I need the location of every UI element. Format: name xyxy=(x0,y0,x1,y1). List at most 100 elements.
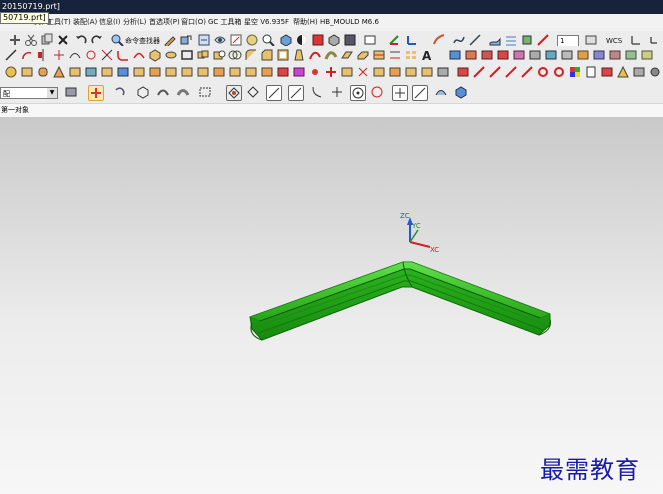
snap-midpoint-icon[interactable] xyxy=(246,85,260,99)
extrude-icon[interactable] xyxy=(148,48,162,62)
layer-settings-icon[interactable] xyxy=(363,33,377,47)
type-filter-select[interactable]: 配 ▼ xyxy=(0,87,58,99)
csys-icon[interactable] xyxy=(405,33,419,47)
menu-item-preferences[interactable]: 首选项(P) xyxy=(149,14,180,31)
tool-icon[interactable] xyxy=(632,65,646,79)
menu-item-xingkong[interactable]: 星空 V6.935F xyxy=(244,14,289,31)
slot-icon[interactable] xyxy=(132,65,146,79)
snap-curve-icon[interactable] xyxy=(310,85,324,99)
report-icon[interactable] xyxy=(584,65,598,79)
wcs-dynamics-icon[interactable] xyxy=(629,33,643,47)
sphere-icon[interactable] xyxy=(4,65,18,79)
mold-icon[interactable] xyxy=(448,48,462,62)
render-style-icon[interactable] xyxy=(295,33,309,47)
snap-existing-point-icon[interactable] xyxy=(392,85,408,101)
mold-base-icon[interactable] xyxy=(560,48,574,62)
menu-item-window[interactable]: 窗口(O) xyxy=(181,14,206,31)
mirror-icon[interactable] xyxy=(36,48,50,62)
core-icon[interactable] xyxy=(480,48,494,62)
boss-icon[interactable] xyxy=(68,65,82,79)
menu-item-hb-mould[interactable]: HB_MOULD M6.6 xyxy=(320,14,379,31)
translucency-icon[interactable] xyxy=(327,33,341,47)
delete-face-icon[interactable] xyxy=(228,65,242,79)
chamfer-icon[interactable] xyxy=(260,48,274,62)
snap-point-icon[interactable] xyxy=(88,85,104,101)
snap-view-icon[interactable] xyxy=(197,33,211,47)
settings-icon[interactable] xyxy=(648,65,662,79)
gate-icon[interactable] xyxy=(592,48,606,62)
fit-view-icon[interactable] xyxy=(245,33,259,47)
snap-quadrant-icon[interactable] xyxy=(370,85,384,99)
graphics-window[interactable]: ZC YC XC xyxy=(0,117,663,494)
intersect-icon[interactable] xyxy=(228,48,242,62)
attributes-icon[interactable] xyxy=(340,65,354,79)
split-body-icon[interactable] xyxy=(372,48,386,62)
rectangle-select-icon[interactable] xyxy=(198,85,212,99)
optimize-icon[interactable] xyxy=(436,65,450,79)
surface-icon[interactable] xyxy=(488,33,502,47)
slider-icon[interactable] xyxy=(512,48,526,62)
parting-icon[interactable] xyxy=(464,48,478,62)
point-icon[interactable] xyxy=(52,48,66,62)
ejector-icon[interactable] xyxy=(528,48,542,62)
wrap-icon[interactable] xyxy=(356,65,370,79)
snap-all-icon[interactable] xyxy=(226,85,242,101)
orient-view-icon[interactable] xyxy=(229,33,243,47)
resize-face-icon[interactable] xyxy=(260,65,274,79)
view-icon[interactable] xyxy=(213,33,227,47)
rectangle-icon[interactable] xyxy=(180,48,194,62)
thread-icon[interactable] xyxy=(196,65,210,79)
group-icon[interactable] xyxy=(456,65,470,79)
through-curves-icon[interactable] xyxy=(504,33,518,47)
cut-icon[interactable] xyxy=(24,33,38,47)
menu-item-gc-toolbox[interactable]: GC 工具箱 xyxy=(208,14,242,31)
move-object-icon[interactable] xyxy=(179,33,193,47)
layer-visible-icon[interactable] xyxy=(584,33,598,47)
zoom-icon[interactable] xyxy=(261,33,275,47)
sweep-icon[interactable] xyxy=(308,48,322,62)
draft-icon[interactable] xyxy=(292,48,306,62)
snap-line-icon[interactable] xyxy=(266,85,282,101)
snap-on-face-icon[interactable] xyxy=(434,85,448,99)
edit-object-icon[interactable] xyxy=(163,33,177,47)
select-box-icon[interactable] xyxy=(136,85,150,99)
line-tool-4-icon[interactable] xyxy=(520,65,534,79)
spline-icon[interactable] xyxy=(452,33,466,47)
snap-bounded-icon[interactable] xyxy=(454,85,468,99)
cooling-icon[interactable] xyxy=(544,48,558,62)
select-undo-icon[interactable] xyxy=(112,85,126,99)
color-icon[interactable] xyxy=(311,33,325,47)
groove-icon[interactable] xyxy=(148,65,162,79)
shaded-edges-icon[interactable] xyxy=(279,33,293,47)
move-face-icon[interactable] xyxy=(244,65,258,79)
cone-icon[interactable] xyxy=(52,65,66,79)
menu-item-assembly[interactable]: 装配(A) xyxy=(73,14,97,31)
redo-icon[interactable] xyxy=(90,33,104,47)
simplify-icon[interactable] xyxy=(404,65,418,79)
helix-icon[interactable] xyxy=(84,48,98,62)
line-tool-3-icon[interactable] xyxy=(504,65,518,79)
line-icon[interactable] xyxy=(4,48,18,62)
snap-line-2-icon[interactable] xyxy=(288,85,304,101)
pocket-icon[interactable] xyxy=(84,65,98,79)
select-face-icon[interactable] xyxy=(156,85,170,99)
background-icon[interactable] xyxy=(343,33,357,47)
copy-icon[interactable] xyxy=(40,33,54,47)
blend-icon[interactable] xyxy=(244,48,258,62)
record-icon[interactable] xyxy=(600,65,614,79)
filter-settings-icon[interactable] xyxy=(64,85,78,99)
tube-icon[interactable] xyxy=(324,48,338,62)
pad-icon[interactable] xyxy=(100,65,114,79)
bounding-icon[interactable] xyxy=(420,65,434,79)
rib-icon[interactable] xyxy=(164,65,178,79)
point-set-icon[interactable] xyxy=(308,65,322,79)
unsew-icon[interactable] xyxy=(388,65,402,79)
line-tool-2-icon[interactable] xyxy=(488,65,502,79)
menu-item-analysis[interactable]: 分析(L) xyxy=(123,14,146,31)
snap-center-icon[interactable] xyxy=(350,85,366,101)
curve-icon[interactable] xyxy=(468,33,482,47)
undo-icon[interactable] xyxy=(74,33,88,47)
text-icon[interactable]: A xyxy=(420,48,434,62)
offset-curve-icon[interactable] xyxy=(68,48,82,62)
sketch-icon[interactable] xyxy=(432,33,446,47)
